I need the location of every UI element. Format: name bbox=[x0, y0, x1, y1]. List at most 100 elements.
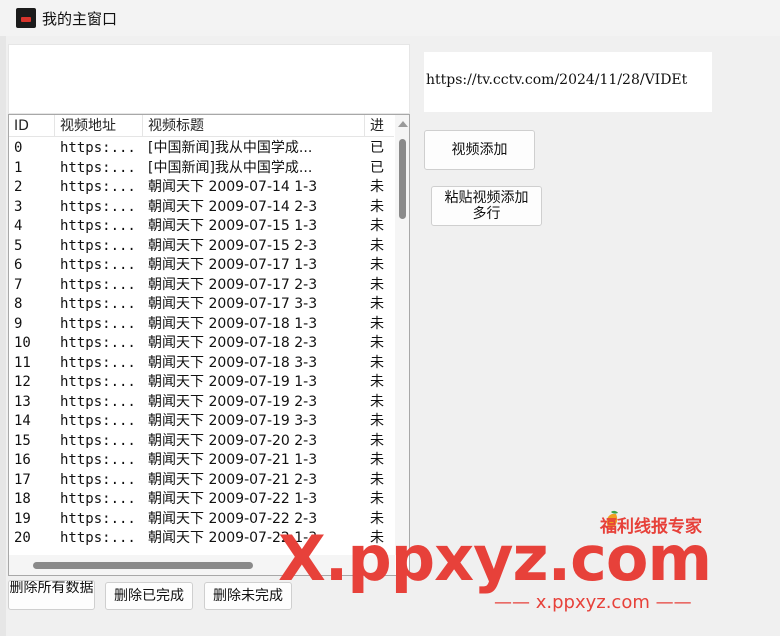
cell-id: 7 bbox=[14, 276, 23, 293]
cell-progress: 未 bbox=[370, 432, 384, 449]
cell-title: 朝闻天下 2009-07-14 2-3 bbox=[148, 198, 318, 215]
table-header: ID 视频地址 视频标题 进 bbox=[9, 115, 394, 137]
paste-button-label-line1: 粘贴视频添加 bbox=[444, 190, 529, 206]
col-header-url[interactable]: 视频地址 bbox=[55, 115, 143, 137]
table-row[interactable]: 9 https:... 朝闻天下 2009-07-18 1-3 未 bbox=[9, 315, 394, 335]
col-header-progress[interactable]: 进 bbox=[365, 115, 395, 137]
cell-title: [中国新闻]我从中国学成... bbox=[148, 159, 313, 176]
cell-progress: 未 bbox=[370, 315, 384, 332]
cell-id: 3 bbox=[14, 198, 23, 215]
col-header-title[interactable]: 视频标题 bbox=[143, 115, 365, 137]
table-body: 0 https:... [中国新闻]我从中国学成... 已 1 https:... [中国新… bbox=[9, 139, 394, 549]
cell-url: https:... bbox=[60, 510, 136, 527]
table-row[interactable]: 14 https:... 朝闻天下 2009-07-19 3-3 未 bbox=[9, 412, 394, 432]
cell-progress: 已 bbox=[370, 159, 384, 176]
table-row[interactable]: 2 https:... 朝闻天下 2009-07-14 1-3 未 bbox=[9, 178, 394, 198]
scroll-up-arrow-icon[interactable] bbox=[398, 121, 408, 127]
cell-url: https:... bbox=[60, 452, 136, 468]
cell-url: https:... bbox=[60, 315, 136, 332]
title-bar[interactable]: 我的主窗口 bbox=[0, 0, 780, 36]
table-row[interactable]: 18 https:... 朝闻天下 2009-07-22 1-3 未 bbox=[9, 490, 394, 510]
cell-id: 2 bbox=[14, 179, 23, 195]
cell-url: https:... bbox=[60, 159, 136, 176]
cell-id: 19 bbox=[14, 510, 31, 527]
table-row[interactable]: 3 https:... 朝闻天下 2009-07-14 2-3 未 bbox=[9, 198, 394, 218]
delete-completed-button[interactable]: 删除已完成 bbox=[105, 582, 193, 610]
cell-progress: 已 bbox=[370, 140, 384, 156]
delete-all-button[interactable]: 删除所有数据 bbox=[8, 580, 95, 610]
url-input-value: https://tv.cctv.com/2024/11/28/VIDEt bbox=[426, 72, 688, 88]
cell-progress: 未 bbox=[370, 257, 384, 273]
table-row[interactable]: 17 https:... 朝闻天下 2009-07-21 2-3 未 bbox=[9, 471, 394, 491]
cell-progress: 未 bbox=[370, 452, 384, 468]
cell-url: https:... bbox=[60, 432, 136, 449]
cell-progress: 未 bbox=[370, 393, 384, 410]
cell-title: 朝闻天下 2009-07-17 2-3 bbox=[148, 276, 318, 293]
cell-title: 朝闻天下 2009-07-18 2-3 bbox=[148, 335, 318, 351]
paste-button-label-line2: 多行 bbox=[472, 206, 501, 222]
vertical-scrollbar[interactable] bbox=[395, 115, 409, 555]
cell-title: [中国新闻]我从中国学成... bbox=[148, 140, 313, 156]
cell-id: 13 bbox=[14, 393, 31, 410]
cell-url: https:... bbox=[60, 179, 136, 195]
cell-progress: 未 bbox=[370, 179, 384, 195]
cell-id: 0 bbox=[14, 140, 23, 156]
vertical-scroll-thumb[interactable] bbox=[399, 139, 406, 219]
cell-url: https:... bbox=[60, 393, 136, 410]
table-row[interactable]: 1 https:... [中国新闻]我从中国学成... 已 bbox=[9, 159, 394, 179]
multiline-input[interactable] bbox=[8, 44, 410, 114]
table-row[interactable]: 6 https:... 朝闻天下 2009-07-17 1-3 未 bbox=[9, 256, 394, 276]
cell-title: 朝闻天下 2009-07-21 1-3 bbox=[148, 452, 318, 468]
cell-id: 20 bbox=[14, 530, 31, 546]
table-row[interactable]: 8 https:... 朝闻天下 2009-07-17 3-3 未 bbox=[9, 295, 394, 315]
cell-url: https:... bbox=[60, 335, 136, 351]
app-icon bbox=[16, 8, 36, 28]
cell-progress: 未 bbox=[370, 354, 384, 371]
cell-url: https:... bbox=[60, 257, 136, 273]
table-row[interactable]: 16 https:... 朝闻天下 2009-07-21 1-3 未 bbox=[9, 451, 394, 471]
cell-title: 朝闻天下 2009-07-19 2-3 bbox=[148, 393, 318, 410]
table-row[interactable]: 7 https:... 朝闻天下 2009-07-17 2-3 未 bbox=[9, 276, 394, 296]
table-row[interactable]: 15 https:... 朝闻天下 2009-07-20 2-3 未 bbox=[9, 432, 394, 452]
cell-url: https:... bbox=[60, 374, 136, 390]
cell-id: 10 bbox=[14, 335, 31, 351]
add-video-button[interactable]: 视频添加 bbox=[424, 130, 535, 170]
cell-url: https:... bbox=[60, 530, 136, 546]
cell-progress: 未 bbox=[370, 198, 384, 215]
cell-id: 5 bbox=[14, 237, 23, 254]
watermark-main: X.ppxyz.com bbox=[278, 522, 712, 595]
cell-title: 朝闻天下 2009-07-15 2-3 bbox=[148, 237, 318, 254]
horizontal-scroll-thumb[interactable] bbox=[33, 562, 253, 569]
delete-uncompleted-button-label: 删除未完成 bbox=[213, 588, 283, 604]
col-header-id[interactable]: ID bbox=[9, 115, 55, 137]
table-row[interactable]: 11 https:... 朝闻天下 2009-07-18 3-3 未 bbox=[9, 354, 394, 374]
table-row[interactable]: 5 https:... 朝闻天下 2009-07-15 2-3 未 bbox=[9, 237, 394, 257]
table-row[interactable]: 12 https:... 朝闻天下 2009-07-19 1-3 未 bbox=[9, 373, 394, 393]
cell-id: 6 bbox=[14, 257, 23, 273]
table-row[interactable]: 10 https:... 朝闻天下 2009-07-18 2-3 未 bbox=[9, 334, 394, 354]
cell-title: 朝闻天下 2009-07-17 1-3 bbox=[148, 257, 318, 273]
cell-title: 朝闻天下 2009-07-14 1-3 bbox=[148, 179, 318, 195]
cell-id: 16 bbox=[14, 452, 31, 468]
cell-id: 1 bbox=[14, 159, 23, 176]
table-row[interactable]: 0 https:... [中国新闻]我从中国学成... 已 bbox=[9, 139, 394, 159]
cell-progress: 未 bbox=[370, 237, 384, 254]
cell-title: 朝闻天下 2009-07-15 1-3 bbox=[148, 218, 318, 234]
delete-completed-button-label: 删除已完成 bbox=[114, 588, 184, 604]
paste-add-multiline-button[interactable]: 粘贴视频添加 多行 bbox=[431, 186, 542, 226]
cell-title: 朝闻天下 2009-07-19 1-3 bbox=[148, 374, 318, 390]
cell-title: 朝闻天下 2009-07-20 2-3 bbox=[148, 432, 318, 449]
cell-id: 18 bbox=[14, 491, 31, 507]
cell-id: 17 bbox=[14, 471, 31, 488]
cell-url: https:... bbox=[60, 413, 136, 429]
cell-url: https:... bbox=[60, 140, 136, 156]
table-row[interactable]: 4 https:... 朝闻天下 2009-07-15 1-3 未 bbox=[9, 217, 394, 237]
cell-progress: 未 bbox=[370, 491, 384, 507]
cell-title: 朝闻天下 2009-07-22 1-3 bbox=[148, 491, 318, 507]
video-table[interactable]: ID 视频地址 视频标题 进 0 https:... [中国新闻]我从中国学成...… bbox=[8, 114, 410, 576]
cell-url: https:... bbox=[60, 471, 136, 488]
delete-all-button-label: 删除所有数据 bbox=[9, 580, 94, 596]
table-row[interactable]: 13 https:... 朝闻天下 2009-07-19 2-3 未 bbox=[9, 393, 394, 413]
cell-title: 朝闻天下 2009-07-18 3-3 bbox=[148, 354, 318, 371]
url-input[interactable]: https://tv.cctv.com/2024/11/28/VIDEt bbox=[424, 52, 712, 112]
